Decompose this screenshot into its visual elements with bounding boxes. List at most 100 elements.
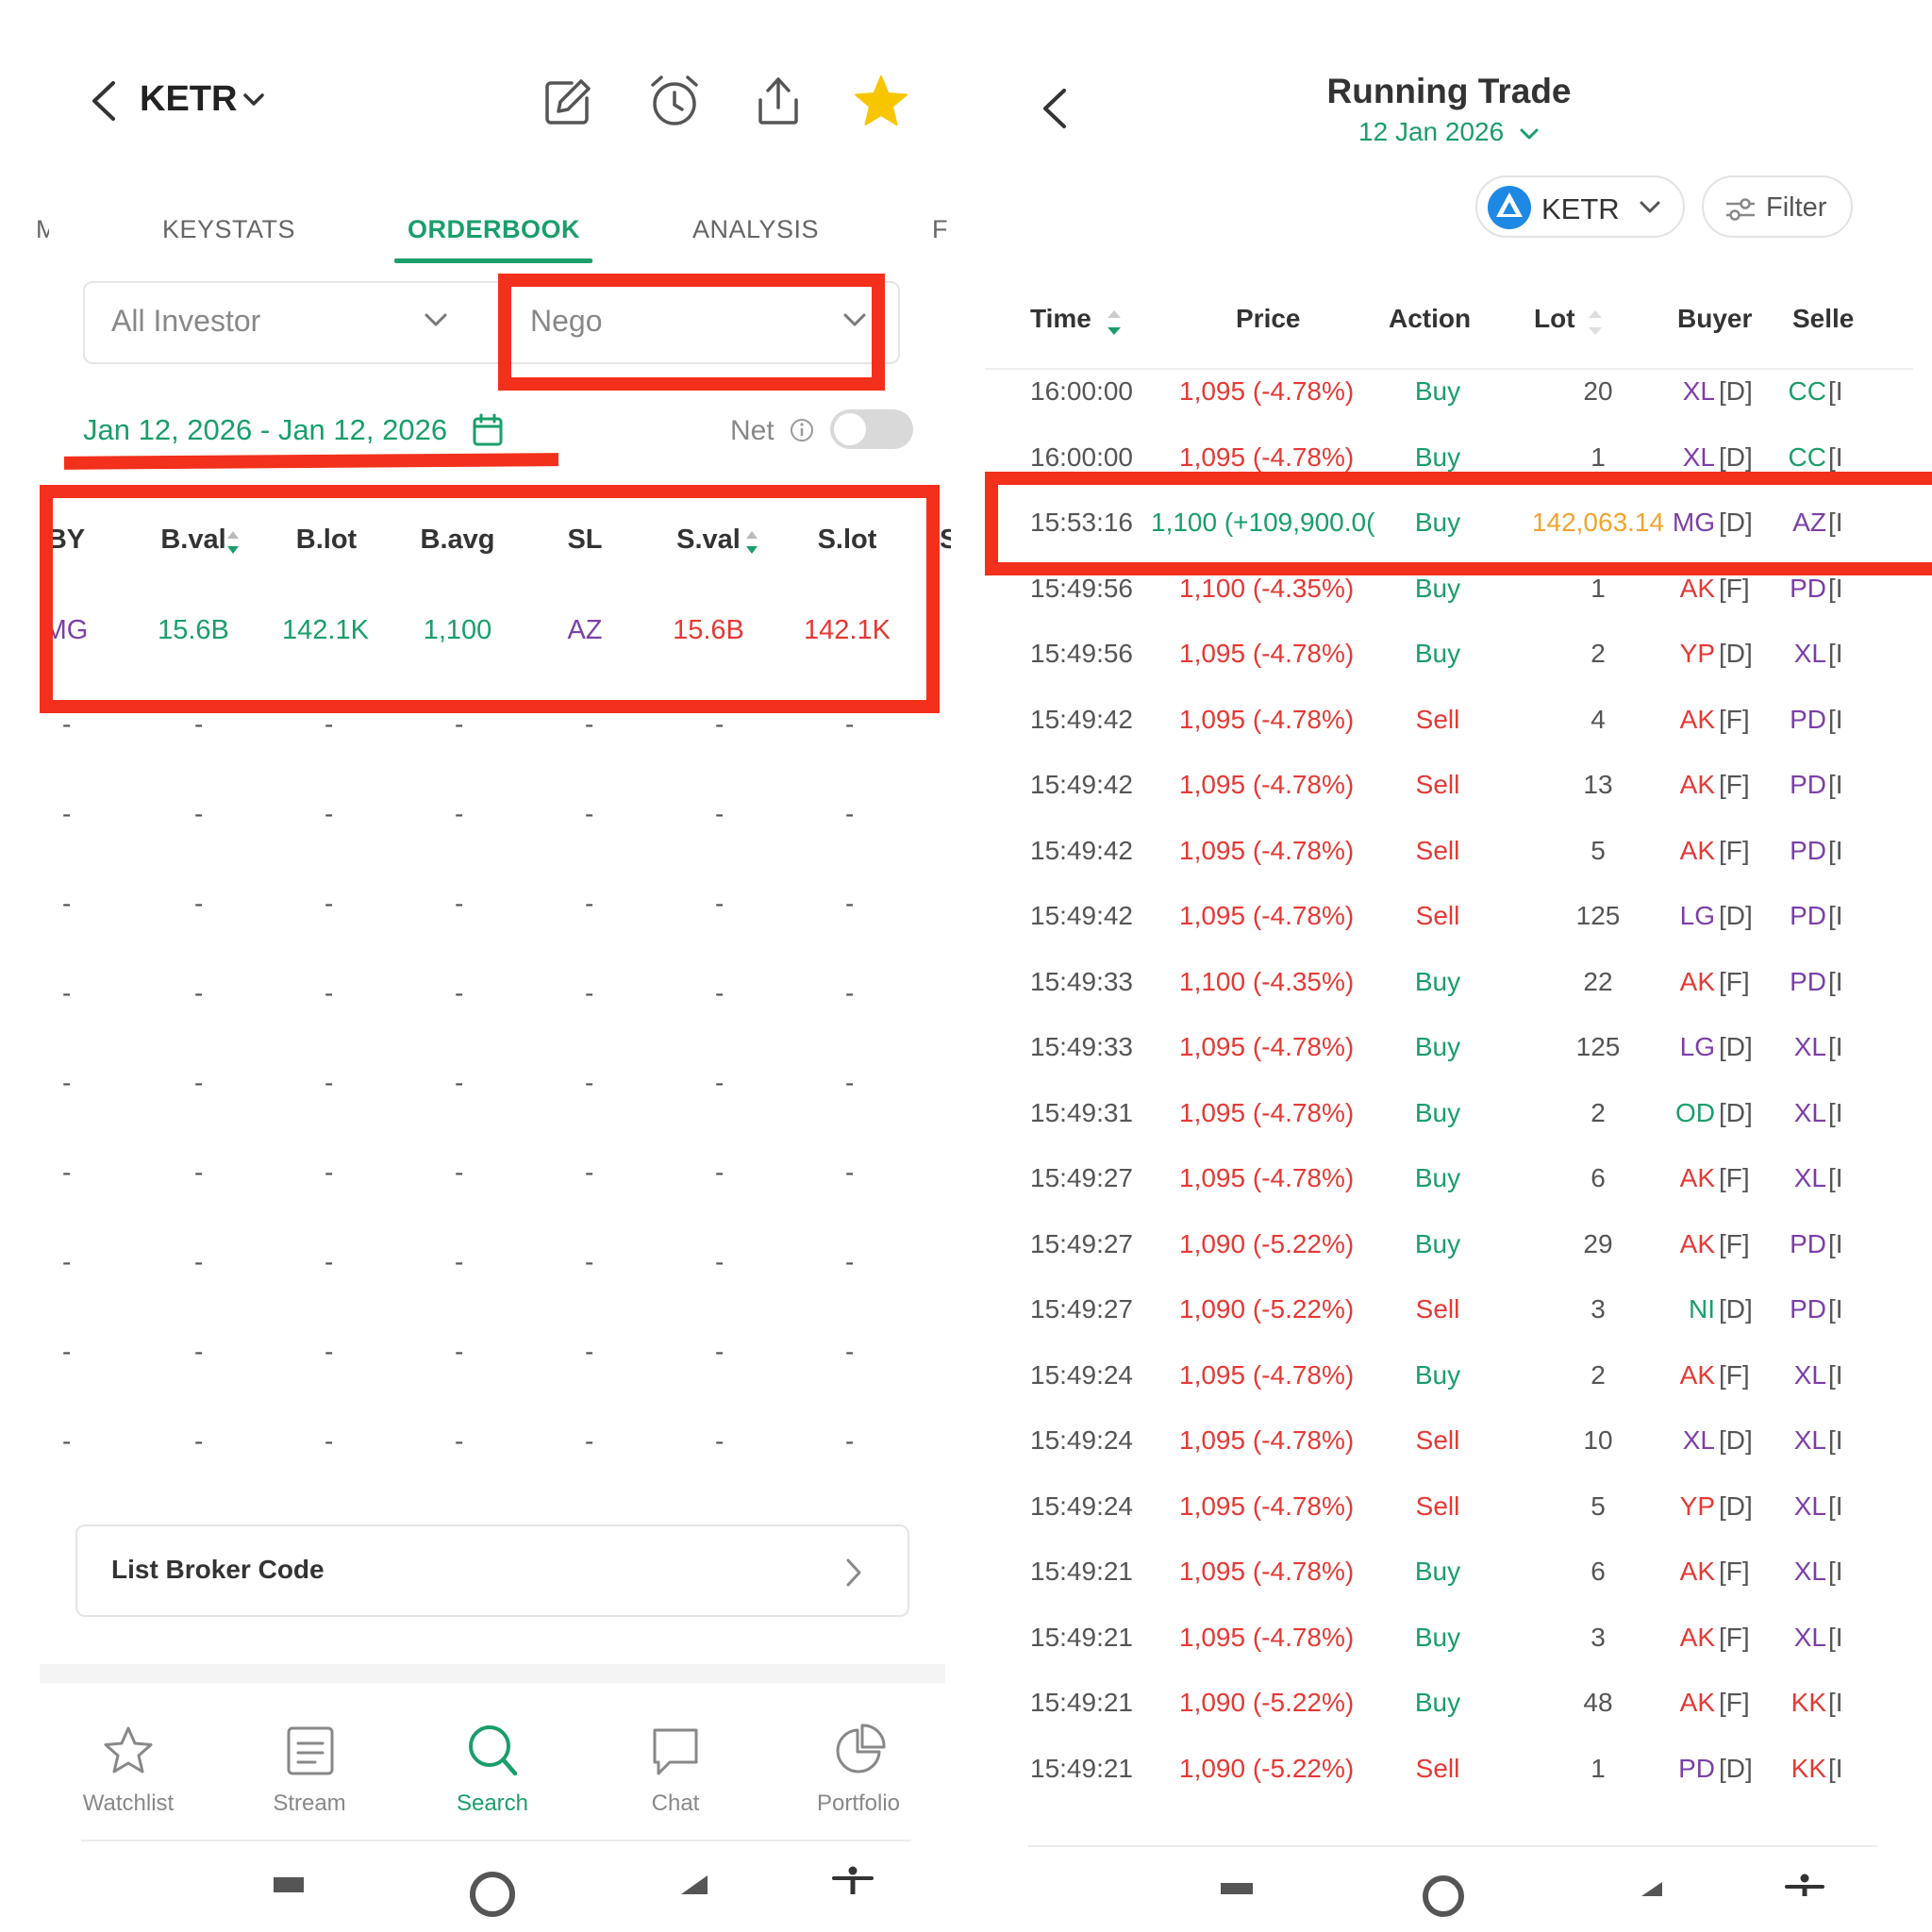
table-row[interactable]: 15:49:21 1,090 (-5.22%) Sell 1 PD [D] KK [I — [966, 1736, 1932, 1802]
empty-cell: - — [325, 709, 334, 739]
sort-icon[interactable] — [1104, 308, 1124, 338]
accessibility-icon[interactable] — [1783, 1874, 1826, 1896]
cell-buyer-type: [F] — [1719, 1228, 1750, 1258]
nav-portfolio[interactable]: Portfolio — [783, 1790, 934, 1817]
tab-orderbook[interactable]: ORDERBOOK — [408, 215, 580, 244]
cell-buyer-code: AK — [1679, 966, 1715, 996]
empty-cell: - — [845, 1247, 855, 1276]
col-header-seller: Selle — [1792, 304, 1855, 333]
ticker-title[interactable]: KETR — [140, 79, 237, 120]
filter-button[interactable]: Filter — [1702, 175, 1853, 238]
cell-buyer-code: AK — [1679, 1557, 1715, 1586]
table-row[interactable]: 15:49:42 1,095 (-4.78%) Sell 4 AK [F] PD [I — [966, 687, 1932, 753]
nav-search[interactable]: Search — [417, 1790, 568, 1817]
cell-seller-code: PD — [1790, 901, 1826, 930]
filter-sliders-icon — [1726, 198, 1755, 221]
table-row[interactable]: 15:49:31 1,095 (-4.78%) Buy 2 OD [D] XL [I — [966, 1080, 1932, 1146]
cell-action: Sell — [1415, 1491, 1460, 1521]
cell-time: 15:49:33 — [1030, 966, 1133, 996]
table-row[interactable]: 15:49:33 1,100 (-4.35%) Buy 22 AK [F] PD [I — [966, 949, 1932, 1015]
cell-buyer-type: [D] — [1719, 901, 1753, 930]
system-recents-icon[interactable] — [1221, 1883, 1253, 1894]
table-row[interactable]: 15:49:24 1,095 (-4.78%) Sell 5 YP [D] XL [I — [966, 1474, 1932, 1540]
nav-divider — [81, 1840, 911, 1841]
list-broker-code-button[interactable]: List Broker Code — [75, 1524, 909, 1617]
stream-icon[interactable] — [285, 1724, 336, 1777]
system-back-icon[interactable] — [1640, 1881, 1664, 1896]
table-row[interactable]: 15:49:24 1,095 (-4.78%) Buy 2 AK [F] XL [I — [966, 1342, 1932, 1408]
date-range[interactable]: Jan 12, 2026 - Jan 12, 2026 — [83, 413, 447, 447]
empty-cell: - — [845, 1337, 855, 1366]
tab-m[interactable]: M — [36, 215, 49, 244]
net-toggle[interactable] — [830, 409, 913, 449]
cell-seller-code: XL — [1793, 1425, 1826, 1455]
table-row[interactable]: 15:49:42 1,095 (-4.78%) Sell 5 AK [F] PD [I — [966, 818, 1932, 884]
tab-analysis[interactable]: ANALYSIS — [692, 215, 819, 244]
cell-price: 1,095 (-4.78%) — [1179, 376, 1355, 406]
cell-action: Sell — [1415, 901, 1460, 930]
calendar-icon[interactable] — [472, 413, 504, 447]
cell-price: 1,090 (-5.22%) — [1179, 1294, 1355, 1324]
table-row[interactable]: 15:49:27 1,090 (-5.22%) Sell 3 NI [D] PD [I — [966, 1276, 1932, 1342]
cell-seller-type: [I — [1828, 770, 1843, 799]
empty-cell: - — [325, 1337, 334, 1366]
cell-buyer-code: AK — [1679, 1228, 1715, 1258]
empty-cell: - — [455, 889, 464, 918]
net-label: Net — [730, 415, 774, 446]
system-back-icon[interactable] — [679, 1874, 709, 1894]
chevron-right-icon — [846, 1558, 861, 1587]
ticker-chip[interactable]: KETR — [1475, 175, 1685, 238]
tab-f[interactable]: F — [932, 215, 948, 244]
table-row[interactable]: 15:49:33 1,095 (-4.78%) Buy 125 LG [D] XL [I — [966, 1014, 1932, 1080]
col-header-time[interactable]: Time — [1030, 304, 1091, 334]
tab-keystats[interactable]: KEYSTATS — [162, 215, 295, 244]
table-row[interactable]: 15:49:21 1,090 (-5.22%) Buy 48 AK [F] KK [I — [966, 1670, 1932, 1736]
edit-icon[interactable] — [543, 77, 592, 126]
cell-seller-code: XL — [1793, 1359, 1826, 1390]
cell-price: 1,090 (-5.22%) — [1179, 1753, 1355, 1783]
cell-seller-code: KK — [1790, 1688, 1826, 1717]
nav-watchlist[interactable]: Watchlist — [53, 1790, 204, 1817]
col-header-lot[interactable]: Lot — [1534, 304, 1575, 334]
cell-seller-code: PD — [1790, 704, 1826, 734]
accessibility-icon[interactable] — [830, 1866, 875, 1894]
annotation-box-orderbook-row — [40, 485, 940, 713]
ticker-chip-label: KETR — [1541, 192, 1620, 225]
star-outline-icon[interactable] — [102, 1724, 155, 1777]
table-row[interactable]: 15:49:42 1,095 (-4.78%) Sell 125 LG [D] PD [I — [966, 883, 1932, 949]
search-icon[interactable] — [466, 1723, 519, 1779]
table-row[interactable]: 16:00:00 1,095 (-4.78%) Buy 20 XL [D] CC [I — [966, 358, 1932, 425]
info-icon[interactable] — [789, 417, 815, 443]
table-row[interactable]: 15:49:21 1,095 (-4.78%) Buy 6 AK [F] XL [I — [966, 1539, 1932, 1605]
nav-chat[interactable]: Chat — [600, 1790, 751, 1817]
empty-cell: - — [845, 978, 855, 1008]
chat-icon[interactable] — [649, 1724, 702, 1779]
cell-price: 1,100 (-4.35%) — [1179, 966, 1355, 996]
chevron-down-icon[interactable] — [242, 91, 266, 109]
net-toggle-knob — [834, 413, 866, 445]
table-row[interactable]: 15:49:42 1,095 (-4.78%) Sell 13 AK [F] PD [I — [966, 752, 1932, 818]
annotation-box-nego-trade — [985, 472, 1932, 575]
col-header-s[interactable]: S — [940, 525, 951, 556]
table-row[interactable]: 15:49:27 1,095 (-4.78%) Buy 6 AK [F] XL [I — [966, 1145, 1932, 1211]
system-recents-icon[interactable] — [274, 1877, 304, 1892]
system-home-icon[interactable] — [1423, 1875, 1464, 1917]
cell-buyer-code: AK — [1679, 1622, 1715, 1652]
table-row[interactable]: 15:49:21 1,095 (-4.78%) Buy 3 AK [F] XL [I — [966, 1605, 1932, 1671]
star-filled-icon[interactable] — [853, 74, 909, 128]
system-home-icon[interactable] — [470, 1872, 515, 1917]
cell-time: 15:49:21 — [1030, 1622, 1133, 1652]
cell-seller-code: CC — [1788, 376, 1826, 406]
table-row[interactable]: 15:49:56 1,095 (-4.78%) Buy 2 YP [D] XL [I — [966, 621, 1932, 687]
table-row[interactable]: 15:49:27 1,090 (-5.22%) Buy 29 AK [F] PD [I — [966, 1211, 1932, 1277]
back-arrow-icon[interactable] — [87, 79, 119, 123]
table-row[interactable]: 15:49:24 1,095 (-4.78%) Sell 10 XL [D] XL [I — [966, 1407, 1932, 1474]
cell-seller-type: [I — [1828, 835, 1843, 865]
pie-chart-icon[interactable] — [832, 1723, 887, 1777]
share-icon[interactable] — [755, 75, 802, 126]
sort-icon[interactable] — [1585, 308, 1606, 338]
date-selector[interactable]: 12 Jan 2026 — [966, 117, 1932, 147]
cell-seller-code: PD — [1790, 1294, 1826, 1324]
nav-stream[interactable]: Stream — [234, 1790, 385, 1817]
alarm-clock-icon[interactable] — [647, 74, 702, 128]
